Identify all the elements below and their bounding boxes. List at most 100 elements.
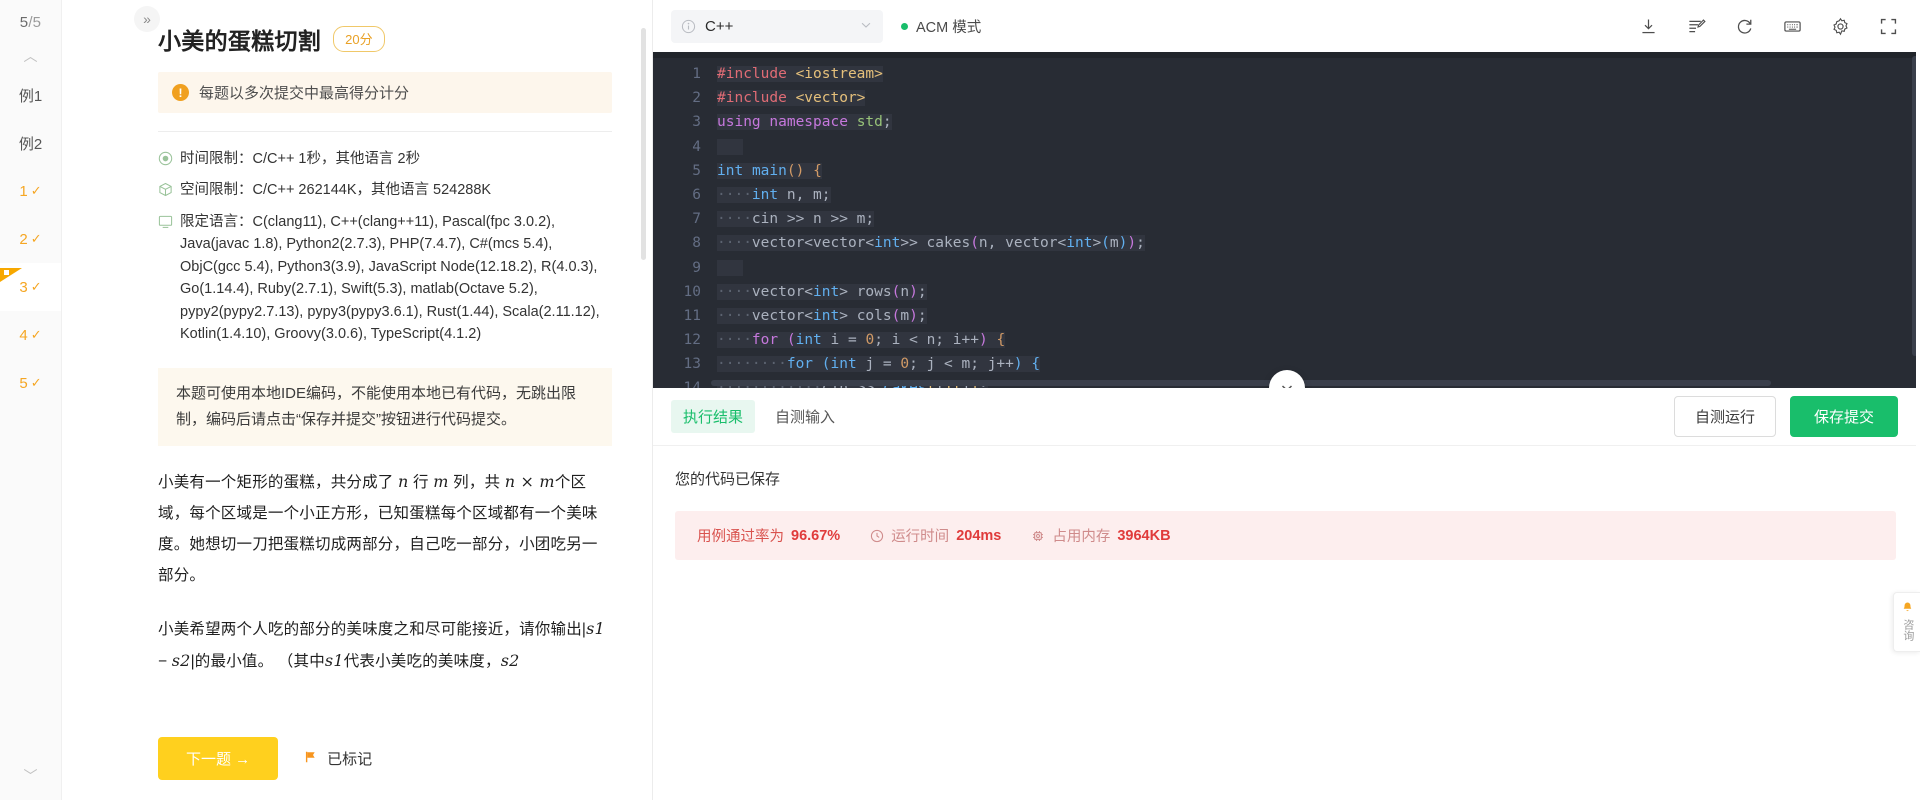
runtime-stat: 运行时间 204ms — [870, 525, 1001, 546]
code-line: ····for (int i = 0; i < n; i++) { — [717, 332, 1006, 349]
question-rail: 5/5 ︿ 例1 例2 1 ✓ 2 ✓ 3 ✓ 4 ✓ 5 ✓ ﹀ — [0, 0, 62, 800]
line-number: 10 — [683, 283, 701, 300]
code-editor-area[interactable]: 1 2 3 4 5 6 7 8 9 10 11 12 13 14 #includ… — [653, 58, 1920, 388]
scoring-notice: ! 每题以多次提交中最高得分计分 — [158, 72, 612, 113]
self-test-run-button[interactable]: 自测运行 — [1673, 396, 1776, 437]
code-line: ····int n, m; — [717, 186, 831, 203]
scoring-notice-text: 每题以多次提交中最高得分计分 — [199, 85, 410, 102]
acm-mode-indicator[interactable]: ACM 模式 — [901, 16, 981, 37]
warning-icon: ! — [172, 84, 189, 101]
rail-item-question-5[interactable]: 5 ✓ — [0, 359, 61, 407]
marked-flag-icon — [0, 268, 22, 282]
bell-icon — [1901, 601, 1914, 614]
feedback-label: 咨询 — [1901, 619, 1914, 641]
memory-value: 3964KB — [1117, 527, 1171, 544]
rail-scroll-up-icon[interactable]: ︿ — [0, 41, 61, 71]
code-line: ····vector<int> rows(n); — [717, 283, 927, 300]
save-submit-button[interactable]: 保存提交 — [1789, 396, 1898, 437]
rail-item-label: 例1 — [18, 87, 43, 105]
line-number: 7 — [692, 211, 701, 228]
code-line: ····vector<int> cols(m); — [717, 307, 927, 324]
problem-footer: 下一题 → 已标记 — [62, 723, 652, 800]
pass-rate-stat: 用例通过率为 96.67% — [697, 525, 840, 546]
line-number: 5 — [692, 162, 701, 179]
feedback-widget[interactable]: 咨询 — [1893, 592, 1920, 652]
code-content[interactable]: #include <iostream> #include <vector> us… — [711, 58, 1920, 388]
rail-item-example-1[interactable]: 例1 — [0, 71, 61, 119]
line-number: 4 — [692, 138, 701, 155]
problem-paragraph-1: 小美有一个矩形的蛋糕，共分成了 n 行 m 列，共 n × m个区域，每个区域是… — [158, 472, 598, 585]
problem-title-row: 小美的蛋糕切割 20分 — [158, 22, 612, 56]
rail-item-label: 1 — [19, 182, 28, 200]
line-number: 9 — [692, 259, 701, 276]
line-number: 11 — [683, 307, 701, 324]
code-horizontal-scrollbar[interactable] — [711, 380, 1771, 386]
chevron-down-icon — [859, 18, 873, 35]
download-icon[interactable] — [1639, 17, 1658, 36]
execution-stats-bar: 用例通过率为 96.67% 运行时间 204ms 占用内存 3964KB — [675, 511, 1896, 560]
editor-toolbar: C++ ACM 模式 — [653, 0, 1920, 52]
rail-item-question-4[interactable]: 4 ✓ — [0, 311, 61, 359]
runtime-value: 204ms — [956, 527, 1002, 544]
rail-item-label: 例2 — [18, 135, 43, 153]
language-select[interactable]: C++ — [671, 9, 883, 43]
collapse-panel-button[interactable]: » — [134, 6, 160, 32]
rail-item-label: 2 — [19, 230, 28, 248]
code-line — [717, 256, 1920, 280]
clock-icon — [158, 151, 173, 166]
rail-item-label: 5 — [19, 374, 28, 392]
pass-rate-value: 96.67% — [791, 527, 841, 544]
editor-column: C++ ACM 模式 1 2 3 4 5 6 7 8 9 10 11 12 13… — [653, 0, 1920, 800]
settings-icon[interactable] — [1831, 17, 1850, 36]
format-code-icon[interactable] — [1687, 17, 1706, 36]
next-question-button[interactable]: 下一题 → — [158, 737, 279, 780]
line-number: 12 — [683, 332, 701, 349]
code-line: int main() { — [717, 162, 822, 179]
tab-self-test-input[interactable]: 自测输入 — [763, 400, 847, 433]
ide-hint-box: 本题可使用本地IDE编码，不能使用本地已有代码，无跳出限制，编码后请点击“保存并… — [158, 367, 612, 447]
question-counter: 5/5 — [20, 14, 41, 31]
check-icon: ✓ — [30, 279, 42, 294]
code-line: #include <vector> — [717, 90, 866, 107]
code-line: #include <iostream> — [717, 66, 883, 82]
rail-item-question-2[interactable]: 2 ✓ — [0, 215, 61, 263]
line-number: 3 — [692, 114, 701, 131]
problem-scrollbar[interactable] — [641, 28, 646, 260]
rail-item-question-3[interactable]: 3 ✓ — [0, 263, 61, 311]
problem-panel: » 小美的蛋糕切割 20分 ! 每题以多次提交中最高得分计分 时间限制：C/C+… — [62, 0, 653, 800]
check-icon: ✓ — [30, 231, 42, 246]
tab-execution-result[interactable]: 执行结果 — [671, 400, 756, 433]
saved-message: 您的代码已保存 — [675, 471, 781, 488]
flag-icon — [304, 750, 318, 767]
check-icon: ✓ — [30, 183, 42, 198]
check-icon: ✓ — [30, 327, 42, 342]
rail-item-example-2[interactable]: 例2 — [0, 119, 61, 167]
score-badge: 20分 — [333, 26, 385, 52]
problem-scroll-area: 小美的蛋糕切割 20分 ! 每题以多次提交中最高得分计分 时间限制：C/C++ … — [62, 0, 652, 723]
rail-scroll-down-icon[interactable]: ﹀ — [24, 766, 38, 786]
info-icon — [681, 19, 696, 34]
keyboard-icon[interactable] — [1783, 17, 1802, 36]
language-select-value: C++ — [705, 17, 734, 35]
question-counter-total: /5 — [28, 14, 42, 31]
code-editor[interactable]: 1 2 3 4 5 6 7 8 9 10 11 12 13 14 #includ… — [653, 52, 1920, 388]
clock-icon — [870, 529, 884, 543]
reset-icon[interactable] — [1735, 17, 1754, 36]
cube-icon — [158, 182, 173, 197]
memory-limit-text: 空间限制：C/C++ 262144K，其他语言 524288K — [180, 182, 492, 199]
code-line: ····vector<vector<int>> cakes(n, vector<… — [717, 235, 1145, 252]
fullscreen-icon[interactable] — [1879, 17, 1898, 36]
results-tabbar: 执行结果 自测输入 自测运行 保存提交 — [653, 388, 1920, 446]
line-number: 2 — [692, 90, 701, 107]
allowed-languages-line: 限定语言：C(clang11), C++(clang++11), Pascal(… — [158, 211, 612, 346]
mark-question-toggle[interactable]: 已标记 — [304, 748, 372, 769]
monitor-icon — [158, 214, 173, 229]
code-line: ····cin >> n >> m; — [717, 211, 875, 228]
problem-paragraph-2: 小美希望两个人吃的部分的美味度之和尽可能接近，请你输出|s1 − s2|的最小值… — [158, 619, 605, 671]
rail-item-label: 4 — [19, 326, 28, 344]
right-edge — [1916, 0, 1920, 800]
code-line — [717, 135, 1920, 159]
rail-item-question-1[interactable]: 1 ✓ — [0, 167, 61, 215]
line-number: 14 — [653, 376, 701, 388]
line-number: 8 — [692, 235, 701, 252]
